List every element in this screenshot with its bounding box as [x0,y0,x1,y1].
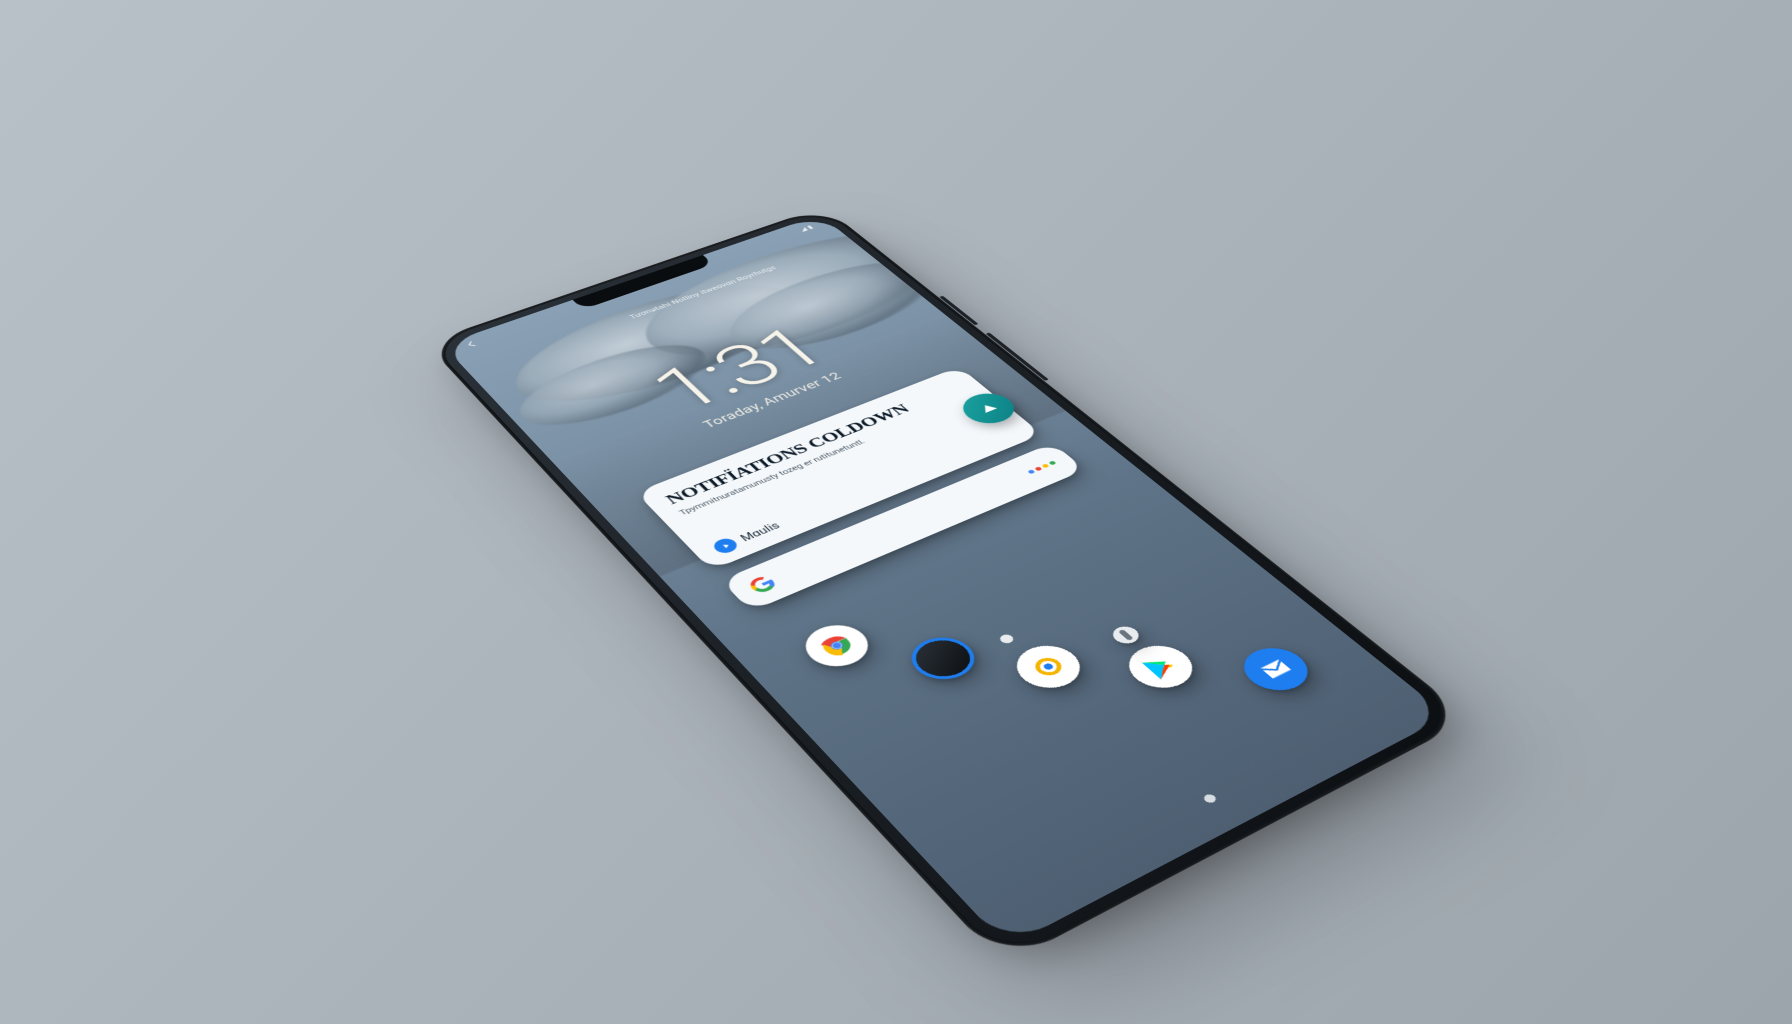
notification-app-icon [710,536,741,555]
nav-dot-small [998,633,1016,645]
phone-frame: ◢ ▮ Tươnətahi Nolliny itweovɑn Royrhutgɛ… [425,206,1470,965]
google-icon [745,573,779,595]
screen: ◢ ▮ Tươnətahi Nolliny itweovɑn Royrhutgɛ… [442,215,1448,947]
assistant-icon[interactable] [1025,457,1061,478]
home-pill-icon[interactable] [1108,623,1144,646]
chrome-icon[interactable] [794,617,880,674]
ring-icon[interactable] [1004,638,1092,696]
phone-icon[interactable] [900,630,987,688]
home-indicator[interactable] [1202,793,1218,804]
app-dock [983,677,1347,860]
mail-icon[interactable] [1231,640,1320,698]
notification-app-label: Mɑulis [738,520,783,544]
